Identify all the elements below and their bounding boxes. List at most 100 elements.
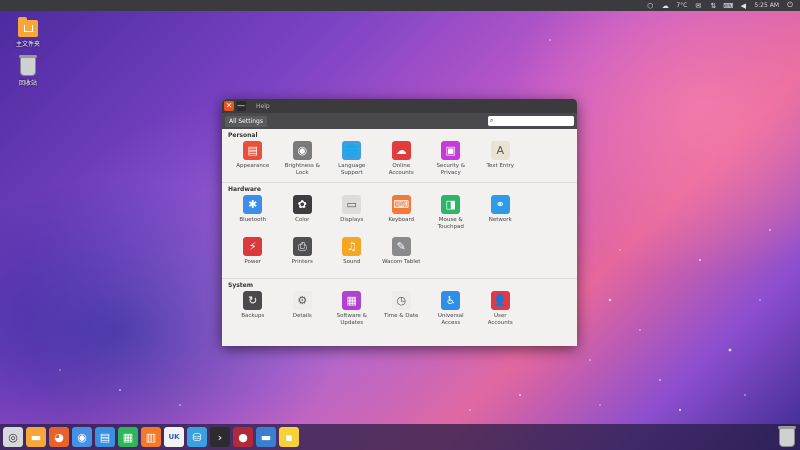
minimize-icon: — <box>237 101 245 110</box>
desktop-home-folder[interactable]: 主文件夹 <box>8 17 48 48</box>
settings-item-brightness-lock[interactable]: ◉ Brightness & Lock <box>278 140 328 182</box>
wacom-tablet-icon: ✎ <box>391 237 411 256</box>
user-accounts-icon: 👤 <box>490 291 510 310</box>
power-icon: ⚡ <box>243 237 263 256</box>
network-icon[interactable]: ⇅ <box>709 2 717 10</box>
minimize-button[interactable]: — <box>236 101 246 111</box>
section-title: System <box>228 282 253 289</box>
window-title[interactable]: Help <box>256 103 270 110</box>
text-entry-icon: A <box>490 141 510 160</box>
dock: ◎ ▬ ◕ ◉ ▤ ▦ ▥ UK ⛁ › ● ▬ ▪ <box>0 424 800 450</box>
settings-item-label: Backups <box>241 313 265 319</box>
settings-item-language-support[interactable]: 🌐 Language Support <box>327 140 377 182</box>
settings-item-backups[interactable]: ↻ Backups <box>228 290 278 332</box>
power-icon[interactable]: ⏻ <box>786 1 794 10</box>
system-settings-window: ✕ — Help All Settings ⌕ Personal ▤ Appeara… <box>222 99 577 346</box>
settings-grid: ✱ Bluetooth ✿ Color ▭ Displays ⌨ Keyboard ◨ Mouse… <box>228 194 571 278</box>
settings-item-text-entry[interactable]: A Text Entry <box>476 140 526 182</box>
settings-grid: ▤ Appearance ◉ Brightness & Lock 🌐 Language S… <box>228 140 571 182</box>
firefox-icon[interactable]: ◕ <box>49 427 69 447</box>
settings-item-label: Power <box>244 259 262 265</box>
settings-item-appearance[interactable]: ▤ Appearance <box>228 140 278 182</box>
section-title: Hardware <box>228 186 261 193</box>
all-settings-button[interactable]: All Settings <box>225 115 267 127</box>
desktop-trash[interactable]: 回收站 <box>8 55 48 87</box>
settings-item-label: Software & Updates <box>336 313 367 326</box>
settings-item-sound[interactable]: ♫ Sound <box>327 236 377 278</box>
settings-grid: ↻ Backups ⚙ Details ▦ Software & Updates ◷ Time… <box>228 290 571 332</box>
weather-icon[interactable]: ☁ <box>661 2 669 10</box>
libreoffice-impress-icon[interactable]: ▥ <box>141 427 161 447</box>
settings-item-bluetooth[interactable]: ✱ Bluetooth <box>228 194 278 236</box>
settings-item-color[interactable]: ✿ Color <box>278 194 328 236</box>
settings-item-label: Keyboard <box>388 217 415 223</box>
settings-item-mouse-touchpad[interactable]: ◨ Mouse & Touchpad <box>426 194 476 236</box>
sound-icon: ♫ <box>342 237 362 256</box>
dock-trash[interactable] <box>778 426 796 447</box>
settings-item-software-updates[interactable]: ▦ Software & Updates <box>327 290 377 332</box>
trash-icon <box>19 55 37 76</box>
keyboard-icon[interactable]: ⌨ <box>723 2 733 10</box>
settings-item-time-date[interactable]: ◷ Time & Date <box>377 290 427 332</box>
desktop-trash-label: 回收站 <box>18 80 37 87</box>
close-icon: ✕ <box>225 101 233 110</box>
settings-item-label: Universal Access <box>437 313 464 326</box>
window-titlebar[interactable]: ✕ — Help <box>222 99 577 113</box>
settings-item-security-privacy[interactable]: ▣ Security & Privacy <box>426 140 476 182</box>
settings-item-label: Color <box>295 217 310 223</box>
dropbox-icon[interactable]: ⬡ <box>646 2 654 10</box>
settings-item-keyboard[interactable]: ⌨ Keyboard <box>377 194 427 236</box>
settings-item-power[interactable]: ⚡ Power <box>228 236 278 278</box>
settings-item-label: Details <box>292 313 312 319</box>
section-title: Personal <box>228 132 258 139</box>
settings-item-wacom-tablet[interactable]: ✎ Wacom Tablet <box>377 236 427 278</box>
folder-blue-icon[interactable]: ▬ <box>256 427 276 447</box>
settings-item-label: Text Entry <box>486 163 514 169</box>
files-icon[interactable]: ▬ <box>26 427 46 447</box>
settings-item-label: Online Accounts <box>388 163 414 176</box>
settings-item-label: Security & Privacy <box>436 163 466 176</box>
chromium-icon[interactable]: ◉ <box>72 427 92 447</box>
settings-item-label: User Accounts <box>487 313 513 326</box>
volume-icon[interactable]: ◀ <box>739 2 747 10</box>
backups-icon: ↻ <box>243 291 263 310</box>
settings-item-label: Appearance <box>236 163 270 169</box>
settings-item-label: Printers <box>291 259 313 265</box>
libreoffice-writer-icon[interactable]: ▤ <box>95 427 115 447</box>
settings-item-displays[interactable]: ▭ Displays <box>327 194 377 236</box>
save-disk-icon[interactable]: ▪ <box>279 427 299 447</box>
settings-item-user-accounts[interactable]: 👤 User Accounts <box>476 290 526 332</box>
section-personal: Personal ▤ Appearance ◉ Brightness & Lock 🌐 La… <box>222 129 577 182</box>
settings-item-network[interactable]: ⚭ Network <box>476 194 526 236</box>
search-input[interactable] <box>493 117 570 125</box>
settings-item-label: Displays <box>340 217 364 223</box>
displays-icon: ▭ <box>342 195 362 214</box>
appearance-icon: ▤ <box>243 141 263 160</box>
uk-keyboard-icon[interactable]: UK <box>164 427 184 447</box>
clock[interactable]: 5:25 AM <box>754 2 779 9</box>
brightness-lock-icon: ◉ <box>292 141 312 160</box>
libreoffice-calc-icon[interactable]: ▦ <box>118 427 138 447</box>
desktop-home-folder-label: 主文件夹 <box>15 41 40 48</box>
bluetooth-icon: ✱ <box>243 195 263 214</box>
section-system: System ↻ Backups ⚙ Details ▦ Software & Update… <box>222 278 577 332</box>
settings-item-details[interactable]: ⚙ Details <box>278 290 328 332</box>
settings-item-online-accounts[interactable]: ☁ Online Accounts <box>377 140 427 182</box>
settings-item-universal-access[interactable]: ♿ Universal Access <box>426 290 476 332</box>
close-button[interactable]: ✕ <box>224 101 234 111</box>
universal-access-icon: ♿ <box>441 291 461 310</box>
mouse-touchpad-icon: ◨ <box>441 195 461 214</box>
settings-item-label: Sound <box>343 259 361 265</box>
trash-icon <box>778 426 796 447</box>
terminal-icon[interactable]: › <box>210 427 230 447</box>
weather-temperature[interactable]: 7°C <box>676 2 687 9</box>
screen-recorder-icon[interactable]: ● <box>233 427 253 447</box>
dash-icon[interactable]: ◎ <box>3 427 23 447</box>
settings-item-label: Bluetooth <box>239 217 267 223</box>
email-icon[interactable]: ✉ <box>694 2 702 10</box>
printers-icon: ⎙ <box>292 237 312 256</box>
search-field[interactable]: ⌕ <box>488 116 574 126</box>
security-privacy-icon: ▣ <box>441 141 461 160</box>
settings-item-printers[interactable]: ⎙ Printers <box>278 236 328 278</box>
drive-icon[interactable]: ⛁ <box>187 427 207 447</box>
